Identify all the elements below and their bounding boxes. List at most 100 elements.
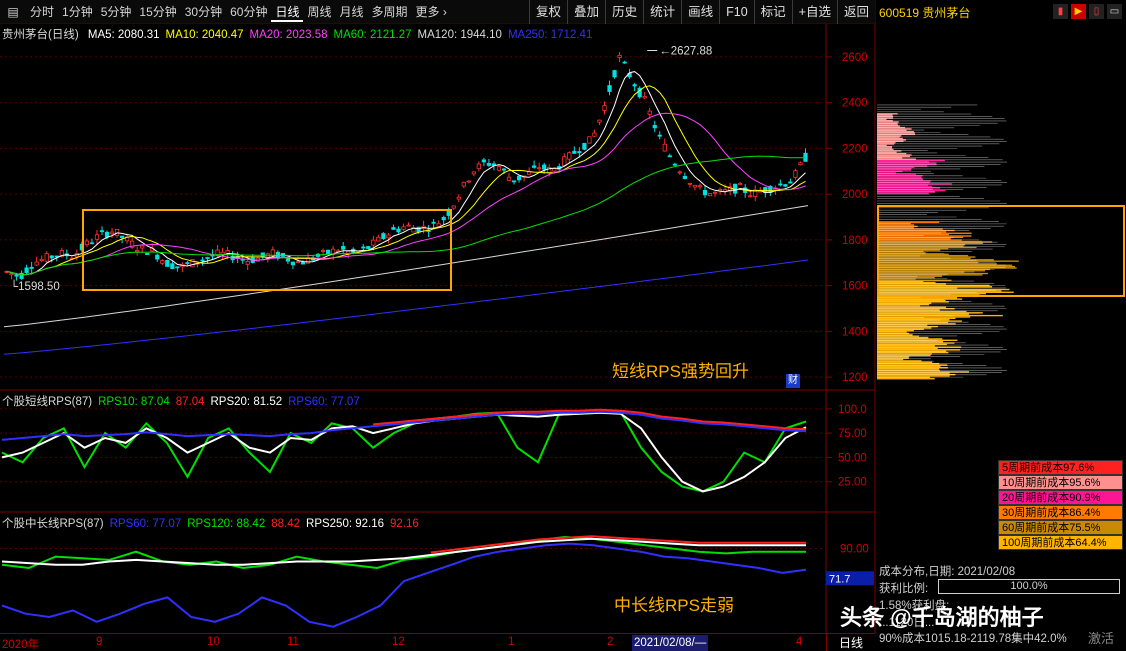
high-price-label: ←2627.88: [659, 45, 712, 57]
play-icon[interactable]: ▶: [1071, 4, 1086, 19]
cost-bar: [877, 368, 940, 370]
toolbar-button[interactable]: 返回: [836, 0, 875, 24]
candle-body: [155, 254, 160, 260]
toolbar-button[interactable]: 标记: [753, 0, 792, 24]
cost-bar: [877, 361, 933, 363]
candle-body: [34, 261, 39, 266]
time-tick-label: 4: [796, 636, 803, 648]
toolbar-button[interactable]: 历史: [605, 0, 643, 24]
low-price-label: └1598.50: [10, 279, 60, 293]
period-tab[interactable]: 1分钟: [58, 2, 97, 22]
candle-body: [783, 184, 788, 187]
panel-toggle-icon[interactable]: ▤: [4, 3, 22, 21]
toolbar-button[interactable]: 统计: [643, 0, 681, 24]
period-tab[interactable]: 周线: [303, 2, 335, 22]
candle-body: [295, 261, 301, 264]
candle-body: [19, 272, 24, 279]
period-tab[interactable]: 多周期: [368, 2, 412, 22]
candle-body: [325, 249, 331, 255]
toolbar-button[interactable]: F10: [719, 0, 754, 24]
cost-distribution: [877, 104, 1125, 380]
cost-bar: [877, 224, 915, 226]
cost-bar: [877, 128, 912, 130]
candle-body: [506, 176, 512, 181]
candle-body: [49, 255, 54, 259]
candle-body: [386, 234, 391, 239]
time-cursor: 2021/02/08/—: [632, 635, 709, 651]
rps-short-line: [1, 411, 807, 493]
candle-body: [170, 263, 175, 270]
cost-bar: [877, 378, 935, 380]
candle-body: [290, 261, 296, 266]
candle-body: [401, 226, 406, 230]
period-tab[interactable]: 日线: [271, 2, 304, 22]
legend-item: 88.42: [271, 518, 301, 530]
candle-body: [537, 167, 542, 170]
legend-item: 个股短线RPS(87): [2, 396, 93, 408]
cost-bar: [877, 354, 931, 357]
cost-bar: [877, 135, 902, 137]
price-tick-label: 2000: [842, 189, 868, 201]
moving-averages: ←2627.88 └1598.50: [3, 45, 809, 355]
ma-legend: 贵州茅台(日线) MA5: 2080.31 MA10: 2040.47 MA20: …: [2, 26, 604, 42]
period-list: 分时 1分钟 5分钟 15分钟 30分钟 60分钟 日线 周线 月线 多周期 更多 ›: [26, 2, 451, 22]
price-tick-label: 2200: [842, 143, 868, 155]
legend-item: MA120: 1944.10: [417, 29, 502, 41]
candle-body: [456, 196, 461, 200]
candle-body: [175, 266, 180, 269]
candle-body: [672, 163, 677, 166]
candle-body: [285, 258, 291, 262]
toolbar-button[interactable]: 复权: [529, 0, 567, 24]
candle-body: [712, 191, 718, 194]
period-tab[interactable]: 5分钟: [97, 2, 136, 22]
finance-badge[interactable]: 财: [786, 374, 800, 388]
toolbar-button[interactable]: 画线: [681, 0, 719, 24]
candle-body: [682, 175, 687, 179]
candle-body: [607, 85, 612, 92]
watermark: 头条 @千岛湖的柚子: [840, 605, 1044, 630]
legend-item: 87.04: [175, 396, 205, 408]
cost-legend-item: 100周期前成本64.4%: [998, 535, 1123, 550]
candle-body: [702, 190, 708, 196]
period-tab[interactable]: 60分钟: [226, 2, 271, 22]
candle-body: [245, 261, 250, 265]
candle-body: [145, 252, 150, 255]
ma-line: [6, 155, 806, 276]
period-label[interactable]: 日线: [826, 633, 875, 651]
toolbar-button[interactable]: 叠加: [567, 0, 605, 24]
price-tick-label: 2600: [842, 52, 868, 64]
candle-body: [220, 251, 225, 255]
cost-bar: [877, 347, 938, 350]
period-tab[interactable]: 15分钟: [135, 2, 180, 22]
price-axes: 2600 2400 2200 2000 1800 1600 1400 1200 100.0 75.…: [826, 52, 874, 586]
candle-body: [270, 249, 275, 256]
cost-bar: [877, 340, 944, 343]
window-icon[interactable]: ▭: [1107, 4, 1122, 19]
candle-body: [597, 119, 602, 123]
profit-label: 获利比例:: [879, 583, 929, 595]
candle-body: [461, 181, 466, 187]
rps-current-value: 71.7: [829, 573, 850, 585]
candle-body: [371, 239, 376, 246]
candle-body: [381, 233, 386, 239]
candle-body: [185, 262, 190, 265]
legend-item: MA250: 1712.41: [507, 29, 593, 41]
candle-body: [391, 227, 396, 230]
legend-item: MA10: 2040.47: [165, 29, 244, 41]
bar-chart-icon[interactable]: ▮: [1053, 4, 1068, 19]
candle-body: [44, 253, 49, 262]
candle-body: [677, 171, 682, 174]
legend-item: RPS60: 77.07: [109, 518, 182, 530]
period-tab[interactable]: 更多 ›: [412, 2, 451, 22]
chip-icon[interactable]: ▯: [1089, 4, 1104, 19]
period-tab[interactable]: 月线: [336, 2, 368, 22]
candle-body: [165, 260, 170, 267]
period-tab[interactable]: 分时: [26, 2, 58, 22]
legend-item: RPS10: 87.04: [98, 396, 170, 408]
candle-body: [687, 182, 693, 185]
price-tick-label: 1400: [842, 326, 868, 338]
cost-bar: [877, 169, 911, 171]
time-tick-label: 2020年: [2, 639, 40, 651]
toolbar-button[interactable]: +自选: [791, 0, 837, 24]
period-tab[interactable]: 30分钟: [181, 2, 226, 22]
